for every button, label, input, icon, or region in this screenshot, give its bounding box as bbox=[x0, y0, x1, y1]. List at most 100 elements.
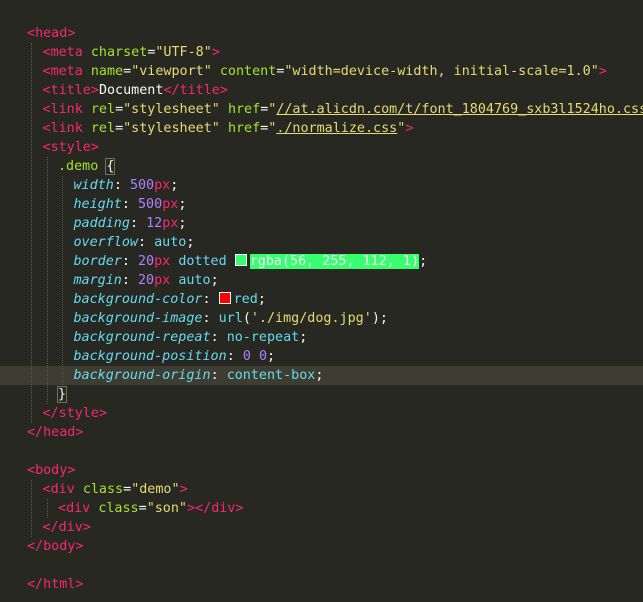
code-token: : bbox=[202, 311, 219, 326]
code-token: < bbox=[42, 45, 51, 60]
code-token: .demo bbox=[58, 159, 99, 174]
code-token: link bbox=[50, 102, 83, 117]
code-line[interactable]: } bbox=[0, 385, 643, 404]
code-line-text: <link rel="stylesheet" href="//at.alicdn… bbox=[43, 100, 643, 119]
code-line-text: <meta name="viewport" content="width=dev… bbox=[43, 62, 607, 81]
code-line[interactable]: </div> bbox=[0, 518, 643, 537]
code-token: ></ bbox=[187, 501, 212, 516]
code-token: ; bbox=[299, 330, 308, 345]
code-line[interactable]: <meta name="viewport" content="width=dev… bbox=[0, 62, 643, 81]
code-line[interactable]: height: 500px; bbox=[0, 195, 643, 214]
code-token: background-origin bbox=[73, 368, 211, 383]
code-line[interactable]: <head> bbox=[0, 24, 643, 43]
code-token: ); bbox=[371, 311, 388, 326]
code-line[interactable]: width: 500px; bbox=[0, 176, 643, 195]
code-token: : bbox=[129, 216, 147, 231]
code-line-text: <style> bbox=[43, 138, 99, 157]
code-token: < bbox=[42, 140, 51, 155]
code-token: 500 bbox=[138, 197, 163, 212]
code-line[interactable]: </head> bbox=[0, 423, 643, 442]
code-token: = bbox=[115, 102, 124, 117]
code-token: </ bbox=[163, 83, 180, 98]
code-token: </ bbox=[42, 406, 59, 421]
code-line[interactable]: background-origin: content-box; bbox=[0, 366, 643, 385]
code-token: > bbox=[75, 539, 84, 554]
code-line[interactable]: background-image: url('./img/dog.jpg'); bbox=[0, 309, 643, 328]
code-line-text: width: 500px; bbox=[74, 176, 179, 195]
code-line[interactable]: <div class="son"></div> bbox=[0, 499, 643, 518]
code-token: 20 bbox=[138, 273, 155, 288]
code-token: 500 bbox=[129, 178, 155, 193]
code-token: body bbox=[35, 463, 68, 478]
code-token: > bbox=[82, 520, 91, 535]
code-token: </ bbox=[42, 520, 59, 535]
code-line-text: overflow: auto; bbox=[74, 233, 195, 252]
code-line[interactable]: background-position: 0 0; bbox=[0, 347, 643, 366]
code-token: rel bbox=[90, 102, 116, 117]
code-line-text: </html> bbox=[27, 575, 83, 594]
code-line[interactable]: background-repeat: no-repeat; bbox=[0, 328, 643, 347]
code-token: "stylesheet" bbox=[123, 102, 220, 117]
code-token: border bbox=[73, 254, 122, 269]
indent-guide bbox=[31, 480, 32, 537]
code-token: style bbox=[58, 406, 99, 421]
code-line[interactable]: <link rel="stylesheet" href="//at.alicdn… bbox=[0, 100, 643, 119]
code-token: = bbox=[123, 64, 132, 79]
code-token: ; bbox=[315, 368, 324, 383]
code-line[interactable]: background-color: red; bbox=[0, 290, 643, 309]
code-line[interactable]: <title>Document</title> bbox=[0, 81, 643, 100]
color-swatch[interactable] bbox=[218, 292, 231, 304]
code-line[interactable] bbox=[0, 556, 643, 575]
code-token: < bbox=[42, 121, 51, 136]
code-token: 12 bbox=[146, 216, 163, 231]
code-line[interactable]: </html> bbox=[0, 575, 643, 594]
code-line-text: margin: 20px auto; bbox=[74, 271, 219, 290]
code-line[interactable]: overflow: auto; bbox=[0, 233, 643, 252]
code-token: ; bbox=[178, 216, 187, 231]
code-token: < bbox=[27, 463, 36, 478]
code-token: dotted bbox=[178, 254, 227, 269]
code-line[interactable]: margin: 20px auto; bbox=[0, 271, 643, 290]
code-line-text: <meta charset="UTF-8"> bbox=[43, 43, 220, 62]
code-line[interactable]: <style> bbox=[0, 138, 643, 157]
code-line[interactable]: </style> bbox=[0, 404, 643, 423]
code-token: > bbox=[67, 26, 76, 41]
code-token: div bbox=[66, 501, 91, 516]
indent-guide bbox=[46, 157, 48, 404]
code-token: title bbox=[50, 83, 91, 98]
code-token: > bbox=[211, 45, 220, 60]
code-token: px bbox=[154, 254, 171, 269]
code-token: div bbox=[58, 520, 83, 535]
code-token: name bbox=[90, 64, 124, 79]
code-line[interactable]: border: 20px dotted rgba(56, 255, 112, 1… bbox=[0, 252, 643, 271]
code-line[interactable]: padding: 12px; bbox=[0, 214, 643, 233]
code-token: Document bbox=[98, 83, 164, 98]
code-line[interactable]: .demo { bbox=[0, 157, 643, 176]
code-line[interactable]: <link rel="stylesheet" href="./normalize… bbox=[0, 119, 643, 138]
code-token: div bbox=[50, 482, 75, 497]
code-token: title bbox=[179, 83, 220, 98]
code-line-text: border: 20px dotted rgba(56, 255, 112, 1… bbox=[73, 252, 427, 271]
code-line[interactable]: </body> bbox=[0, 537, 643, 556]
code-line-text: </style> bbox=[43, 404, 108, 423]
code-line[interactable]: <body> bbox=[0, 461, 643, 480]
code-token: px bbox=[154, 273, 171, 288]
code-token: : bbox=[121, 254, 138, 269]
code-editor[interactable]: <head> <meta charset="UTF-8"> <meta name="… bbox=[0, 0, 643, 602]
code-token: link bbox=[50, 121, 83, 136]
color-swatch[interactable] bbox=[234, 254, 247, 266]
indent-guide bbox=[31, 43, 32, 423]
code-token: margin bbox=[73, 273, 122, 288]
code-token: > bbox=[598, 64, 607, 79]
code-line-text: </div> bbox=[43, 518, 91, 537]
code-line[interactable]: <div class="demo"> bbox=[0, 480, 643, 499]
code-token: href bbox=[227, 102, 261, 117]
code-line[interactable]: <meta charset="UTF-8"> bbox=[0, 43, 643, 62]
code-token: : bbox=[210, 330, 227, 345]
code-line[interactable] bbox=[0, 442, 643, 461]
code-token: content bbox=[219, 64, 277, 79]
code-token: : bbox=[210, 368, 227, 383]
code-token: < bbox=[58, 501, 67, 516]
